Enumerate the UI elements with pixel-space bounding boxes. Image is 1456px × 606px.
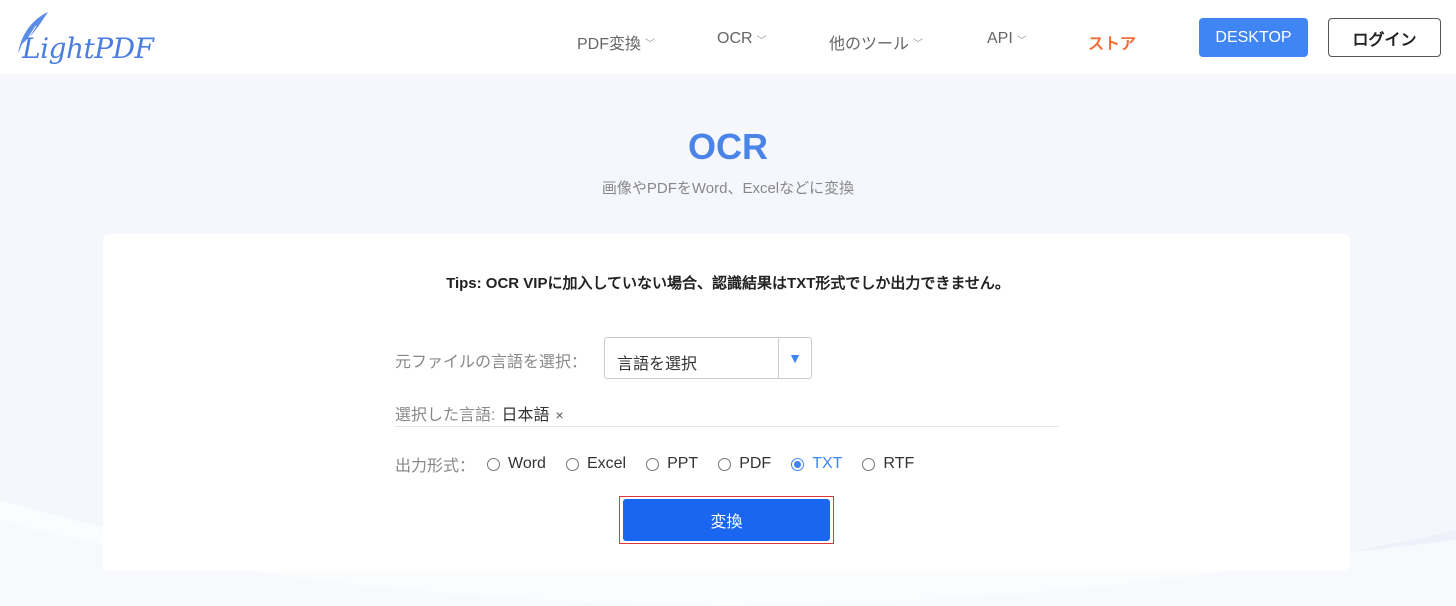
chevron-down-icon: ﹀ [756,35,767,47]
output-format-group: 出力形式： Word Excel PPT PDF TXT RTF [395,454,934,475]
format-option-rtf[interactable]: RTF [862,455,914,473]
chevron-down-icon: ﹀ [645,38,656,50]
nav-label: ストア [1088,36,1137,53]
language-select-value: 言語を選択 [617,356,698,373]
language-label: 元ファイルの言語を選択： [395,354,588,371]
login-button[interactable]: ログイン [1328,18,1441,57]
tips-text: Tips: OCR VIPに加入していない場合、認識結果はTXT形式でしか出力で… [446,275,1010,292]
format-option-label: Excel [586,455,627,472]
format-option-label: Word [508,455,546,472]
output-format-label: 出力形式： [395,458,476,475]
radio-button-checked[interactable] [791,457,805,471]
nav-ocr[interactable]: OCR ﹀ [717,30,767,48]
radio-button[interactable] [565,457,579,471]
format-option-label: RTF [883,455,915,472]
format-option-label: TXT [812,455,843,472]
format-option-excel[interactable]: Excel [565,455,627,473]
language-select[interactable]: 言語を選択 ▼ [604,337,812,379]
page-title: OCR [688,126,768,167]
format-option-txt[interactable]: TXT [791,455,842,473]
radio-button[interactable] [487,457,501,471]
nav-label: API [987,30,1013,47]
nav-pdf-convert[interactable]: PDF変換 ﹀ [577,30,655,54]
format-option-label: PDF [739,455,772,472]
format-option-label: PPT [667,455,699,472]
nav-other-tools[interactable]: 他のツール ﹀ [829,30,923,54]
top-header: LightPDF PDF変換 ﹀ OCR ﹀ 他のツール ﹀ API ﹀ ストア… [0,0,1456,74]
nav-label: 他のツール [829,36,910,53]
logo-wordmark: LightPDF [22,32,154,65]
nav-store[interactable]: ストア [1088,30,1136,54]
selected-language-row: 選択した言語: 日本語 × [395,401,1059,427]
format-option-pdf[interactable]: PDF [718,455,771,473]
chevron-down-icon: ﹀ [913,38,924,50]
format-option-ppt[interactable]: PPT [646,455,698,473]
format-option-word[interactable]: Word [487,455,546,473]
nav-label: OCR [717,30,753,47]
radio-button[interactable] [862,457,876,471]
nav-api[interactable]: API ﹀ [987,30,1027,48]
nav-label: PDF変換 [577,36,642,53]
remove-language-icon[interactable]: × [555,407,563,423]
selected-language-label: 選択した言語: [395,407,496,424]
triangle-down-icon[interactable]: ▼ [778,338,811,378]
convert-button[interactable]: 変換 [623,499,830,541]
selected-language-tag: 日本語 [501,407,550,424]
chevron-down-icon: ﹀ [1016,35,1027,47]
radio-button[interactable] [646,457,660,471]
radio-button[interactable] [718,457,732,471]
desktop-button[interactable]: DESKTOP [1199,18,1308,57]
page-subtitle: 画像やPDFをWord、Excelなどに変換 [601,180,855,197]
lightpdf-logo[interactable]: LightPDF [10,10,154,66]
